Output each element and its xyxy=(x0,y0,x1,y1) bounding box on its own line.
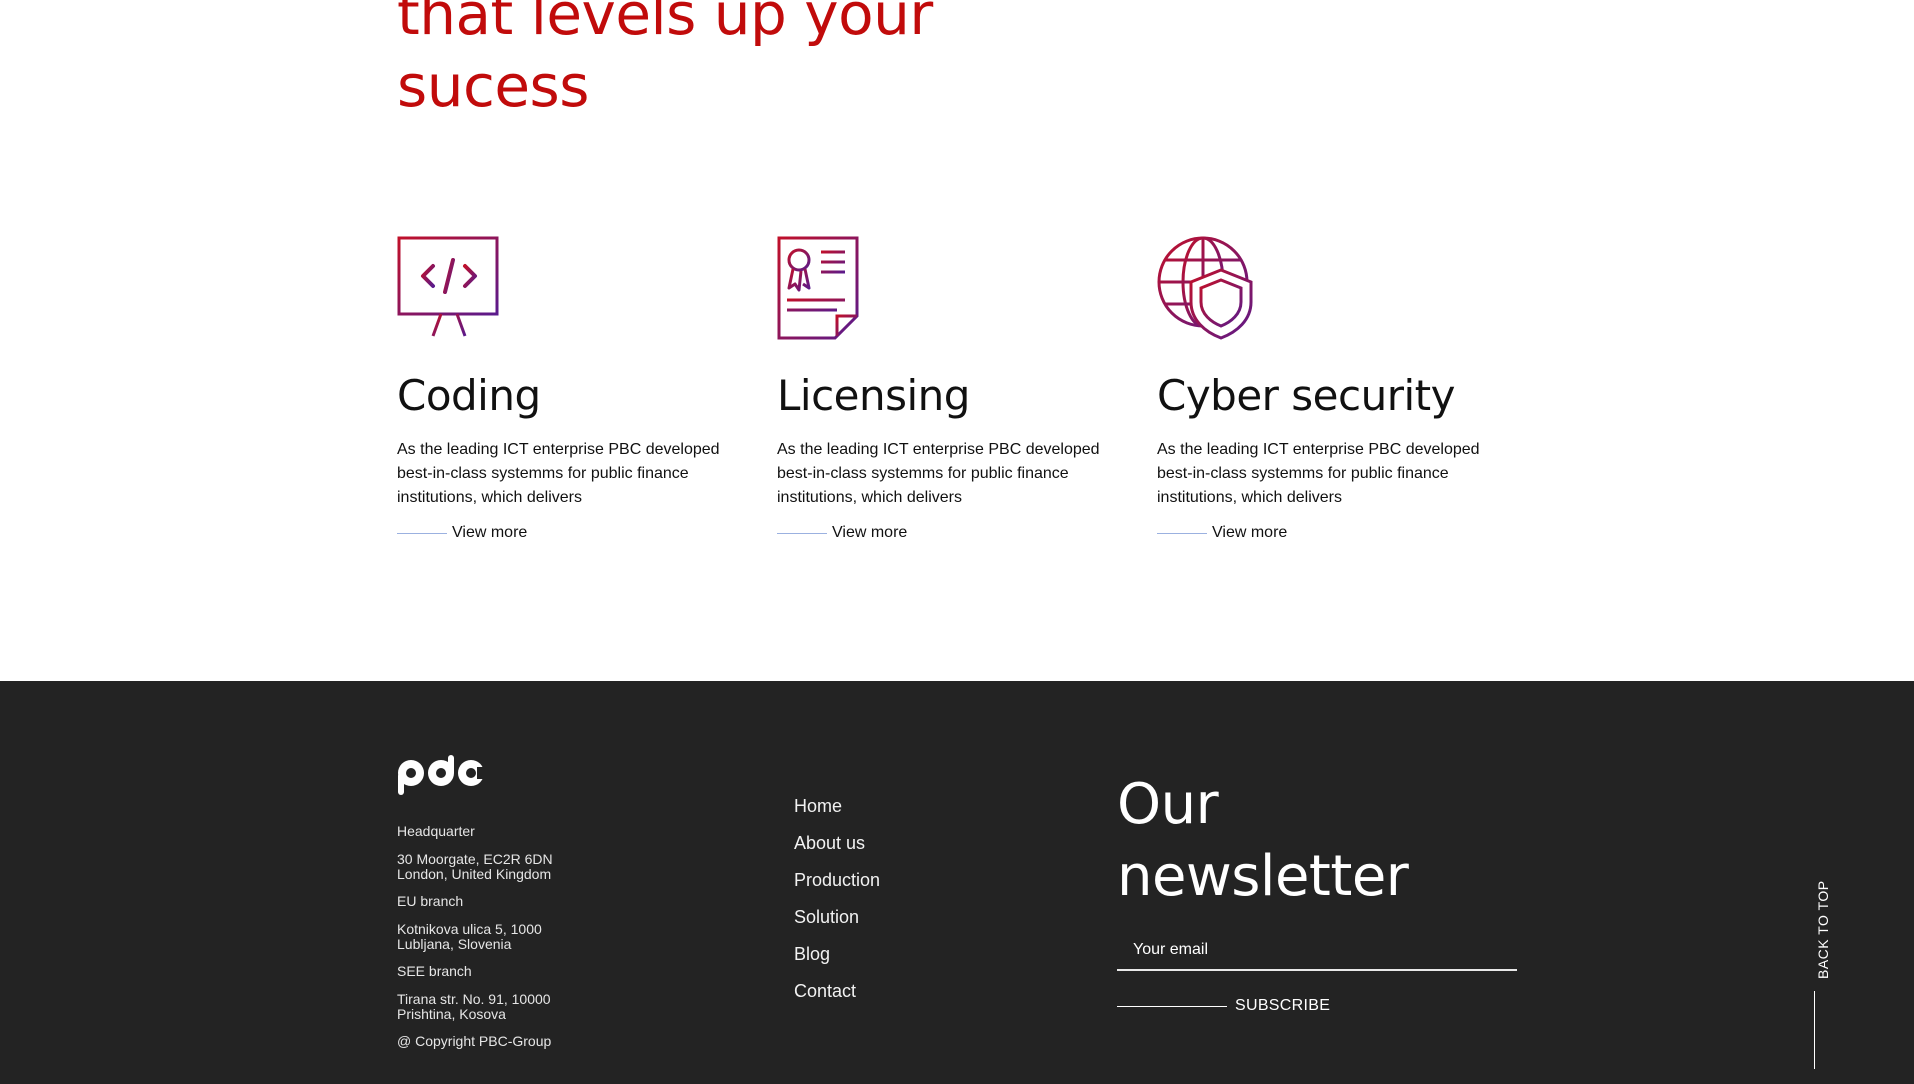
nav-link-blog[interactable]: Blog xyxy=(794,943,880,965)
globe-shield-icon xyxy=(1157,236,1253,340)
service-title: Coding xyxy=(397,371,541,420)
email-field[interactable] xyxy=(1117,931,1517,971)
link-line-decoration xyxy=(397,532,447,534)
hero-heading-line-1: that levels up your xyxy=(397,0,933,48)
back-to-top-label: BACK TO TOP xyxy=(1815,880,1831,979)
view-more-link[interactable]: View more xyxy=(397,524,762,542)
service-description: As the leading ICT enterprise PBC develo… xyxy=(1157,441,1480,506)
service-description: As the leading ICT enterprise PBC develo… xyxy=(777,441,1100,506)
nav-link-home[interactable]: Home xyxy=(794,795,880,817)
address-line: Kotnikova ulica 5, 1000 xyxy=(397,921,542,937)
footer-nav: Home About us Production Solution Blog C… xyxy=(794,795,880,1017)
address-block: 30 Moorgate, EC2R 6DN London, United Kin… xyxy=(397,852,617,882)
nav-link-about-us[interactable]: About us xyxy=(794,832,880,854)
address-block: Tirana str. No. 91, 10000 Prishtina, Kos… xyxy=(397,992,617,1022)
hero-heading: that levels up your sucess xyxy=(397,0,1117,122)
link-line-decoration xyxy=(777,532,827,534)
newsletter-section: Our newsletter SUBSCRIBE xyxy=(1117,769,1517,1015)
code-monitor-icon xyxy=(397,236,499,338)
link-line-decoration xyxy=(1157,532,1207,534)
hero-heading-line-2: sucess xyxy=(397,52,590,120)
address-label: EU branch xyxy=(397,893,464,909)
company-addresses: Headquarter 30 Moorgate, EC2R 6DN London… xyxy=(397,824,617,1061)
site-footer: Headquarter 30 Moorgate, EC2R 6DN London… xyxy=(0,681,1914,1084)
nav-link-production[interactable]: Production xyxy=(794,869,880,891)
address-line: 30 Moorgate, EC2R 6DN xyxy=(397,851,553,867)
newsletter-title-line-1: Our xyxy=(1117,772,1219,837)
service-description: As the leading ICT enterprise PBC develo… xyxy=(397,441,720,506)
subscribe-button[interactable]: SUBSCRIBE xyxy=(1117,997,1517,1015)
service-card-cyber-security: Cyber security As the leading ICT enterp… xyxy=(1157,236,1522,542)
newsletter-title-line-2: newsletter xyxy=(1117,844,1409,909)
subscribe-line-decoration xyxy=(1117,1005,1227,1007)
nav-link-solution[interactable]: Solution xyxy=(794,906,880,928)
view-more-label: View more xyxy=(832,524,908,541)
service-title: Cyber security xyxy=(1157,371,1456,420)
address-block: Kotnikova ulica 5, 1000 Lubljana, Sloven… xyxy=(397,922,617,952)
view-more-link[interactable]: View more xyxy=(777,524,1142,542)
address-line: Tirana str. No. 91, 10000 xyxy=(397,991,551,1007)
service-title: Licensing xyxy=(777,371,970,420)
service-card-licensing: Licensing As the leading ICT enterprise … xyxy=(777,236,1142,542)
copyright: @ Copyright PBC-Group xyxy=(397,1033,552,1049)
address-label: Headquarter xyxy=(397,823,475,839)
view-more-label: View more xyxy=(1212,524,1288,541)
back-to-top-button[interactable]: BACK TO TOP xyxy=(1800,871,1831,1071)
view-more-label: View more xyxy=(452,524,528,541)
address-line: London, United Kingdom xyxy=(397,866,552,882)
address-label: SEE branch xyxy=(397,963,472,979)
back-to-top-line xyxy=(1814,991,1815,1069)
service-card-coding: Coding As the leading ICT enterprise PBC… xyxy=(397,236,762,542)
address-line: Prishtina, Kosova xyxy=(397,1006,506,1022)
pbc-logo-icon[interactable] xyxy=(397,749,501,799)
services-section: Coding As the leading ICT enterprise PBC… xyxy=(397,236,1537,556)
newsletter-title: Our newsletter xyxy=(1117,769,1517,913)
address-line: Lubljana, Slovenia xyxy=(397,936,512,952)
view-more-link[interactable]: View more xyxy=(1157,524,1522,542)
certificate-icon xyxy=(777,236,859,340)
subscribe-label: SUBSCRIBE xyxy=(1235,997,1331,1014)
nav-link-contact[interactable]: Contact xyxy=(794,980,880,1002)
